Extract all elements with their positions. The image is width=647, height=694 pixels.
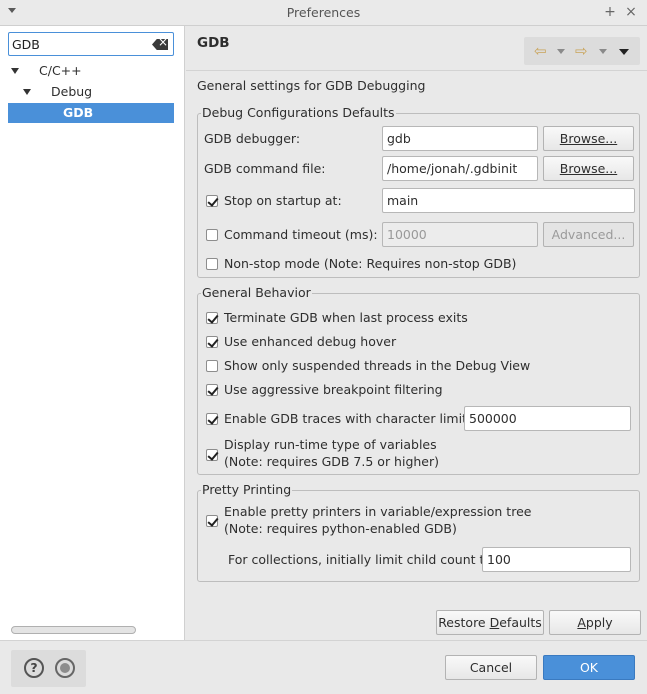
import-export-icon[interactable] <box>55 658 75 678</box>
forward-history-dropdown-icon[interactable] <box>599 49 607 54</box>
terminate-gdb-checkbox[interactable] <box>206 312 218 324</box>
pretty-printers-label[interactable]: Enable pretty printers in variable/expre… <box>224 503 531 520</box>
gdb-debugger-label: GDB debugger: <box>204 131 301 146</box>
command-timeout-checkbox[interactable] <box>206 229 218 241</box>
pretty-printers-note: (Note: requires python-enabled GDB) <box>224 521 457 536</box>
tree-item-label: Debug <box>51 84 93 99</box>
close-icon[interactable]: × <box>623 3 639 21</box>
expanded-twisty-icon[interactable] <box>11 68 19 74</box>
suspended-threads-label[interactable]: Show only suspended threads in the Debug… <box>224 358 530 373</box>
page-navigation: ⇦ ⇨ <box>524 37 640 65</box>
help-icon[interactable]: ? <box>24 658 44 678</box>
view-menu-icon[interactable] <box>619 49 629 55</box>
enhanced-hover-checkbox[interactable] <box>206 336 218 348</box>
group-legend: General Behavior <box>201 285 312 300</box>
command-timeout-label[interactable]: Command timeout (ms): <box>224 227 378 242</box>
tree-item-cpp[interactable]: C/C++ <box>0 61 185 81</box>
filter-box <box>8 32 174 56</box>
sidebar-horizontal-scrollbar[interactable] <box>8 624 174 636</box>
back-icon[interactable]: ⇦ <box>534 42 547 60</box>
back-history-dropdown-icon[interactable] <box>557 49 565 54</box>
browse-button-label: Browse... <box>559 161 618 176</box>
group-legend: Debug Configurations Defaults <box>201 105 396 120</box>
gdb-command-file-label: GDB command file: <box>204 161 326 176</box>
child-limit-label: For collections, initially limit child c… <box>228 552 493 567</box>
aggressive-bp-checkbox[interactable] <box>206 384 218 396</box>
expanded-twisty-icon[interactable] <box>23 89 31 95</box>
runtime-type-label[interactable]: Display run-time type of variables <box>224 436 437 453</box>
apply-label-post: pply <box>585 615 613 630</box>
runtime-type-checkbox[interactable] <box>206 449 218 461</box>
runtime-type-note: (Note: requires GDB 7.5 or higher) <box>224 454 440 469</box>
maximize-icon[interactable]: + <box>602 3 618 21</box>
gdb-traces-checkbox[interactable] <box>206 413 218 425</box>
tree-item-gdb[interactable]: GDB <box>8 103 174 123</box>
pretty-printers-checkbox[interactable] <box>206 515 218 527</box>
child-limit-field[interactable]: 100 <box>482 547 631 572</box>
restore-defaults-mnemonic: D <box>489 615 500 630</box>
filter-input[interactable] <box>12 35 142 53</box>
cancel-button[interactable]: Cancel <box>445 655 537 680</box>
suspended-threads-checkbox[interactable] <box>206 360 218 372</box>
advanced-timeout-button[interactable]: Advanced... <box>543 222 634 247</box>
debug-defaults-group: Debug Configurations Defaults GDB debugg… <box>197 106 640 278</box>
restore-defaults-label-pre: Restore <box>438 615 490 630</box>
non-stop-mode-label[interactable]: Non-stop mode (Note: Requires non-stop G… <box>224 256 516 271</box>
page-description: General settings for GDB Debugging <box>197 78 426 93</box>
page-title: GDB <box>197 35 230 51</box>
stop-on-startup-field[interactable]: main <box>382 188 635 213</box>
browse-command-file-button[interactable]: Browse... <box>543 156 634 181</box>
aggressive-bp-label[interactable]: Use aggressive breakpoint filtering <box>224 382 443 397</box>
window-title: Preferences <box>286 5 361 20</box>
scrollbar-thumb[interactable] <box>11 626 136 634</box>
help-toolbar: ? <box>11 650 86 687</box>
stop-on-startup-checkbox[interactable] <box>206 195 218 207</box>
group-legend: Pretty Printing <box>201 482 293 497</box>
command-timeout-field[interactable]: 10000 <box>382 222 538 247</box>
title-separator <box>186 70 647 71</box>
gdb-debugger-field[interactable]: gdb <box>382 126 538 151</box>
ok-button[interactable]: OK <box>543 655 635 680</box>
apply-button[interactable]: Apply <box>549 610 641 635</box>
tree-item-label: GDB <box>63 105 94 120</box>
tree-item-label: C/C++ <box>39 63 82 78</box>
non-stop-mode-checkbox[interactable] <box>206 258 218 270</box>
clear-filter-icon[interactable] <box>152 39 168 50</box>
dialog-footer: ? Cancel OK <box>0 640 647 694</box>
enhanced-hover-label[interactable]: Use enhanced debug hover <box>224 334 396 349</box>
restore-defaults-label-post: efaults <box>499 615 542 630</box>
preferences-sidebar: C/C++ Debug GDB <box>0 26 185 640</box>
window-titlebar: Preferences + × <box>0 0 647 26</box>
tree-item-debug[interactable]: Debug <box>0 82 185 102</box>
browse-button-label: Browse... <box>559 131 618 146</box>
gdb-traces-limit-field[interactable]: 500000 <box>464 406 631 431</box>
gdb-traces-label[interactable]: Enable GDB traces with character limit: <box>224 411 471 426</box>
forward-icon[interactable]: ⇨ <box>575 42 588 60</box>
pretty-printing-group: Pretty Printing Enable pretty printers i… <box>197 483 640 582</box>
general-behavior-group: General Behavior Terminate GDB when last… <box>197 286 640 475</box>
apply-mnemonic: A <box>577 615 586 630</box>
gdb-command-file-field[interactable]: /home/jonah/.gdbinit <box>382 156 538 181</box>
stop-on-startup-label[interactable]: Stop on startup at: <box>224 193 342 208</box>
browse-gdb-debugger-button[interactable]: Browse... <box>543 126 634 151</box>
restore-defaults-button[interactable]: Restore Defaults <box>436 610 544 635</box>
terminate-gdb-label[interactable]: Terminate GDB when last process exits <box>224 310 468 325</box>
preference-page: GDB ⇦ ⇨ General settings for GDB Debuggi… <box>186 26 647 640</box>
